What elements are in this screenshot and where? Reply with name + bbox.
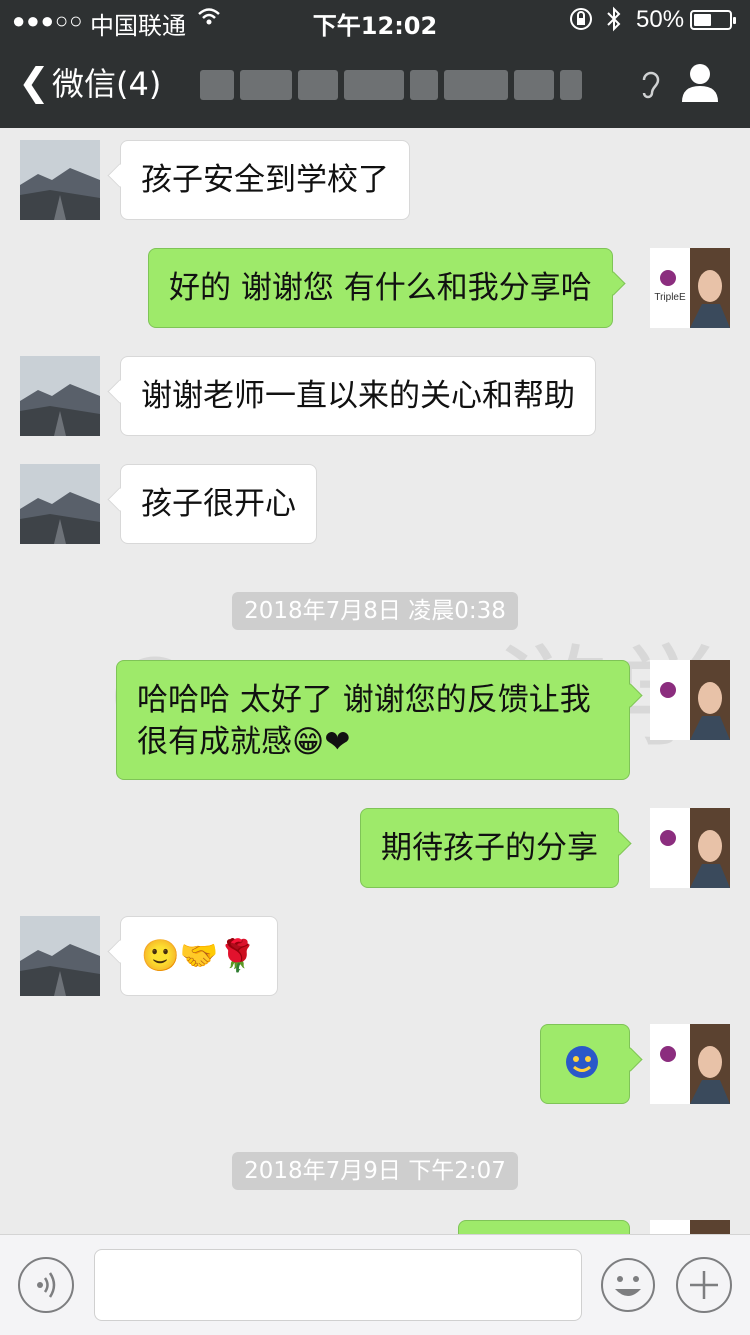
message-bubble-incoming[interactable]: 谢谢老师一直以来的关心和帮助 [120, 356, 596, 436]
smiley-icon [601, 1258, 655, 1312]
back-chevron-icon[interactable]: ❮ [18, 60, 50, 104]
message-input[interactable] [94, 1249, 582, 1321]
timestamp: 2018年7月9日 下午2:07 [0, 1152, 750, 1190]
message-bubble-outgoing-emoji[interactable] [540, 1024, 630, 1104]
voice-wave-icon [37, 1272, 56, 1298]
timestamp: 2018年7月8日 凌晨0:38 [0, 592, 750, 630]
message-bubble-incoming[interactable]: 孩子安全到学校了 [120, 140, 410, 220]
my-avatar[interactable] [650, 660, 730, 740]
message-bubble-outgoing-partial[interactable] [458, 1220, 630, 1234]
contact-avatar[interactable] [20, 140, 100, 220]
bluetooth-icon [604, 5, 624, 40]
input-bar [0, 1234, 750, 1335]
chat-info-person-icon[interactable] [680, 62, 720, 104]
nav-bar: ❮ 微信(4) [0, 40, 750, 128]
message-bubble-outgoing[interactable]: 好的 谢谢您 有什么和我分享哈 [148, 248, 613, 328]
contact-avatar[interactable] [20, 916, 100, 996]
battery-icon [690, 10, 736, 30]
contact-avatar[interactable] [20, 464, 100, 544]
battery-percent: 50% [636, 6, 685, 33]
my-avatar[interactable] [650, 808, 730, 888]
my-avatar[interactable] [650, 1024, 730, 1104]
message-bubble-outgoing[interactable]: 哈哈哈 太好了 谢谢您的反馈让我很有成就感😁❤ [116, 660, 630, 780]
message-bubble-outgoing[interactable]: 期待孩子的分享 [360, 808, 619, 888]
contact-avatar[interactable] [20, 356, 100, 436]
rotation-lock-icon [568, 6, 594, 38]
message-bubble-incoming-emoji[interactable]: 🙂🤝🌹 [120, 916, 278, 996]
sticker-emoji-icon [566, 1046, 598, 1078]
plus-icon [690, 1271, 718, 1299]
timestamp-label: 2018年7月8日 凌晨0:38 [232, 592, 518, 630]
voice-input-button[interactable] [18, 1257, 74, 1313]
tripleE-logo-text: TripleE [654, 292, 686, 303]
chat-message-list[interactable]: © 一一游学 孩子安全到学校了 好的 谢谢您 有什么和我分享哈 TripleE … [0, 128, 750, 1234]
battery-fill [694, 14, 711, 26]
more-functions-button[interactable] [676, 1257, 732, 1313]
back-button[interactable]: 微信(4) [52, 62, 161, 106]
message-bubble-incoming[interactable]: 孩子很开心 [120, 464, 317, 544]
timestamp-label: 2018年7月9日 下午2:07 [232, 1152, 518, 1190]
earpiece-mode-icon [636, 68, 664, 110]
emoji-button[interactable] [600, 1257, 656, 1313]
my-avatar[interactable]: TripleE [650, 248, 730, 328]
my-avatar[interactable] [650, 1220, 730, 1234]
chat-title-blurred [200, 70, 630, 102]
status-bar: ●●●○○ 中国联通 下午12:02 50% [0, 0, 750, 40]
